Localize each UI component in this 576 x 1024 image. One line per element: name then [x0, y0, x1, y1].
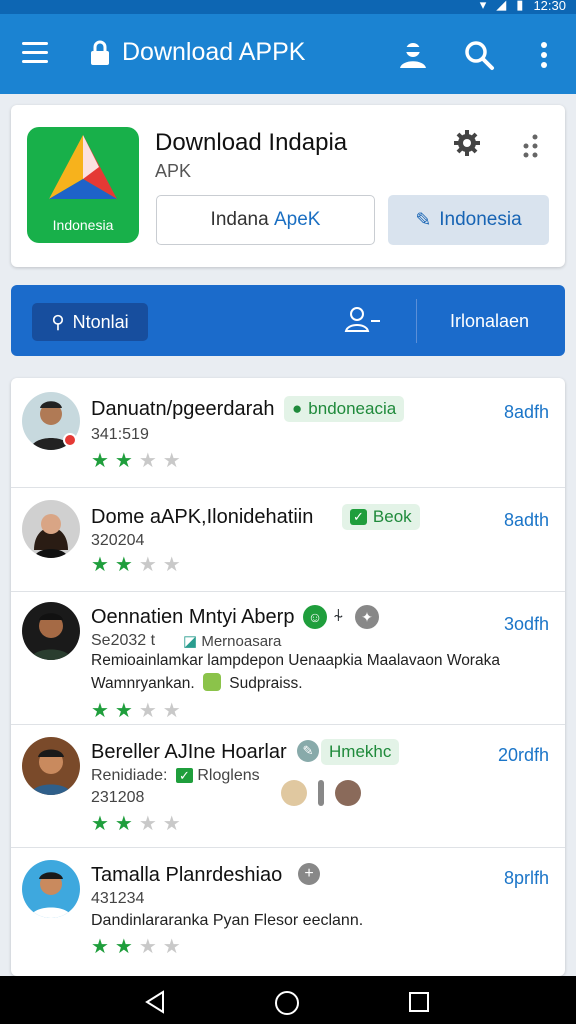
app-bar-title: Download APPK	[122, 38, 306, 66]
search-icon[interactable]	[462, 38, 496, 72]
app-title: Download Indapia	[155, 129, 348, 156]
list-item[interactable]: Bereller AJIne Hoarlar ✎ Hmekhc Renidiad…	[11, 725, 565, 848]
check-icon: ✓	[350, 509, 367, 525]
item-tag: ◪ Mernoasara	[183, 632, 281, 650]
tag-icon: ✎	[415, 209, 432, 231]
install-button-label: Indana	[210, 209, 274, 230]
item-name: Danuatn/pgeerdarah	[91, 398, 275, 420]
signal-icon: ▾	[479, 0, 487, 12]
list-item[interactable]: Oennatien Mntyi Aberp ☺ ⍭ ✦ Se2032 t ◪ M…	[11, 592, 565, 725]
home-icon[interactable]	[274, 990, 300, 1016]
item-description: Remioainlamkar lampdepon Uenaapkia Maala…	[91, 652, 500, 669]
item-description-text: Wamnryankan.	[91, 675, 195, 692]
avatar	[22, 602, 80, 660]
status-chip-label: Hmekhc	[329, 742, 392, 761]
pin-icon: ⚲	[51, 311, 65, 332]
item-tag-label: Mernoasara	[201, 633, 282, 650]
person-edit-icon[interactable]	[343, 305, 383, 335]
rating-stars: ★★★★	[91, 936, 187, 958]
avatar	[22, 737, 80, 795]
avatar	[22, 500, 80, 558]
rating-stars: ★★★★	[91, 813, 187, 835]
avatar-small	[335, 780, 361, 806]
rating-stars: ★★★★	[91, 700, 187, 722]
item-description-text-2: Sudpraiss.	[229, 675, 303, 692]
item-description-2: Wamnryankan. Sudpraiss.	[91, 673, 303, 695]
install-button-label-accent: ApeK	[273, 209, 321, 230]
install-button[interactable]: Indana ApeK	[156, 195, 375, 245]
item-name: Tamalla Planrdeshiao	[91, 864, 283, 886]
item-description: Dandinlararanka Pyan Flesor eeclann.	[91, 912, 364, 929]
status-bar: ▾ ◢ ▮ 12:30	[0, 0, 576, 14]
recents-icon[interactable]	[408, 991, 430, 1013]
item-time: 3odfh	[503, 614, 549, 634]
tag-icon: ◪	[183, 633, 202, 650]
item-name: Dome aAPK,Ilonidehatiin	[91, 506, 314, 528]
link-icon: ✎	[297, 740, 319, 762]
wifi-icon: ◢	[496, 0, 507, 12]
item-id: Se2032 t	[91, 632, 156, 649]
item-id: 341:519	[91, 426, 149, 443]
lock-icon	[91, 40, 109, 65]
user-icon: ●	[292, 399, 303, 418]
app-logo-icon	[49, 135, 117, 199]
drag-handle-icon[interactable]	[521, 133, 541, 159]
status-chip-label: bndoneacia	[308, 399, 397, 418]
app-card: Indonesia Download Indapia APK Indana Ap…	[11, 105, 565, 267]
smile-icon: ☺	[303, 605, 327, 629]
tab-first-label: Ntonlai	[72, 311, 129, 332]
divider-bar	[318, 780, 324, 806]
status-time: 12:30	[533, 0, 566, 13]
settings-gear-icon[interactable]	[453, 129, 481, 157]
comment-list: Danuatn/pgeerdarah ● bndoneacia 341:519 ★…	[11, 378, 565, 976]
app-icon-label: Indonesia	[52, 217, 114, 233]
rating-stars: ★★★★	[91, 554, 187, 576]
language-button-label: Indonesia	[439, 209, 522, 230]
add-icon[interactable]: +	[298, 863, 320, 885]
app-bar: Download APPK	[0, 14, 576, 94]
item-tag-label: Rloglens	[197, 767, 260, 784]
system-nav-bar	[0, 976, 576, 1024]
tab-first[interactable]: ⚲ Ntonlai	[32, 303, 148, 341]
emoji-icon	[202, 673, 221, 691]
item-id: 320204	[91, 532, 145, 549]
share-icon[interactable]: ✦	[355, 605, 379, 629]
item-name: Oennatien Mntyi Aberp	[91, 606, 295, 628]
avatar-small	[281, 780, 307, 806]
account-icon[interactable]	[396, 38, 430, 72]
status-chip: ✓ Beok	[342, 504, 420, 530]
app-icon[interactable]: Indonesia	[27, 127, 139, 243]
item-time: 8prlfh	[503, 868, 549, 888]
check-icon: ✓	[176, 768, 193, 783]
item-tag: ✓ Rloglens	[176, 767, 260, 785]
item-time: 8adth	[503, 510, 549, 530]
status-chip-label: Beok	[372, 507, 412, 526]
item-id: 431234	[91, 890, 145, 907]
battery-icon: ▮	[516, 0, 524, 12]
sparkle-icon: ⍭	[333, 605, 344, 625]
status-chip: ● bndoneacia	[284, 396, 405, 422]
back-icon[interactable]	[143, 990, 167, 1014]
item-id: 231208	[91, 789, 145, 806]
item-name: Bereller AJIne Hoarlar	[91, 741, 287, 763]
app-subtitle: APK	[155, 161, 192, 181]
list-item[interactable]: Tamalla Planrdeshiao + 431234 Dandinlara…	[11, 848, 565, 976]
item-time: 20rdfh	[497, 745, 549, 765]
list-item[interactable]: Danuatn/pgeerdarah ● bndoneacia 341:519 ★…	[11, 378, 565, 488]
tab-divider	[416, 299, 417, 343]
more-vert-icon[interactable]	[527, 38, 561, 72]
tab-third[interactable]: Irlonalaen	[450, 311, 529, 332]
list-item[interactable]: Dome aAPK,Ilonidehatiin ✓ Beok 320204 ★★★…	[11, 488, 565, 592]
verified-badge-icon	[63, 433, 77, 447]
language-button[interactable]: ✎ Indonesia	[388, 195, 549, 245]
status-chip: Hmekhc	[321, 739, 400, 765]
item-label: Renidiade:	[91, 767, 168, 784]
avatar	[22, 860, 80, 918]
menu-icon[interactable]	[22, 42, 48, 64]
item-time: 8adfh	[503, 402, 549, 422]
rating-stars: ★★★★	[91, 450, 187, 472]
tab-bar: ⚲ Ntonlai Irlonalaen	[11, 285, 565, 356]
